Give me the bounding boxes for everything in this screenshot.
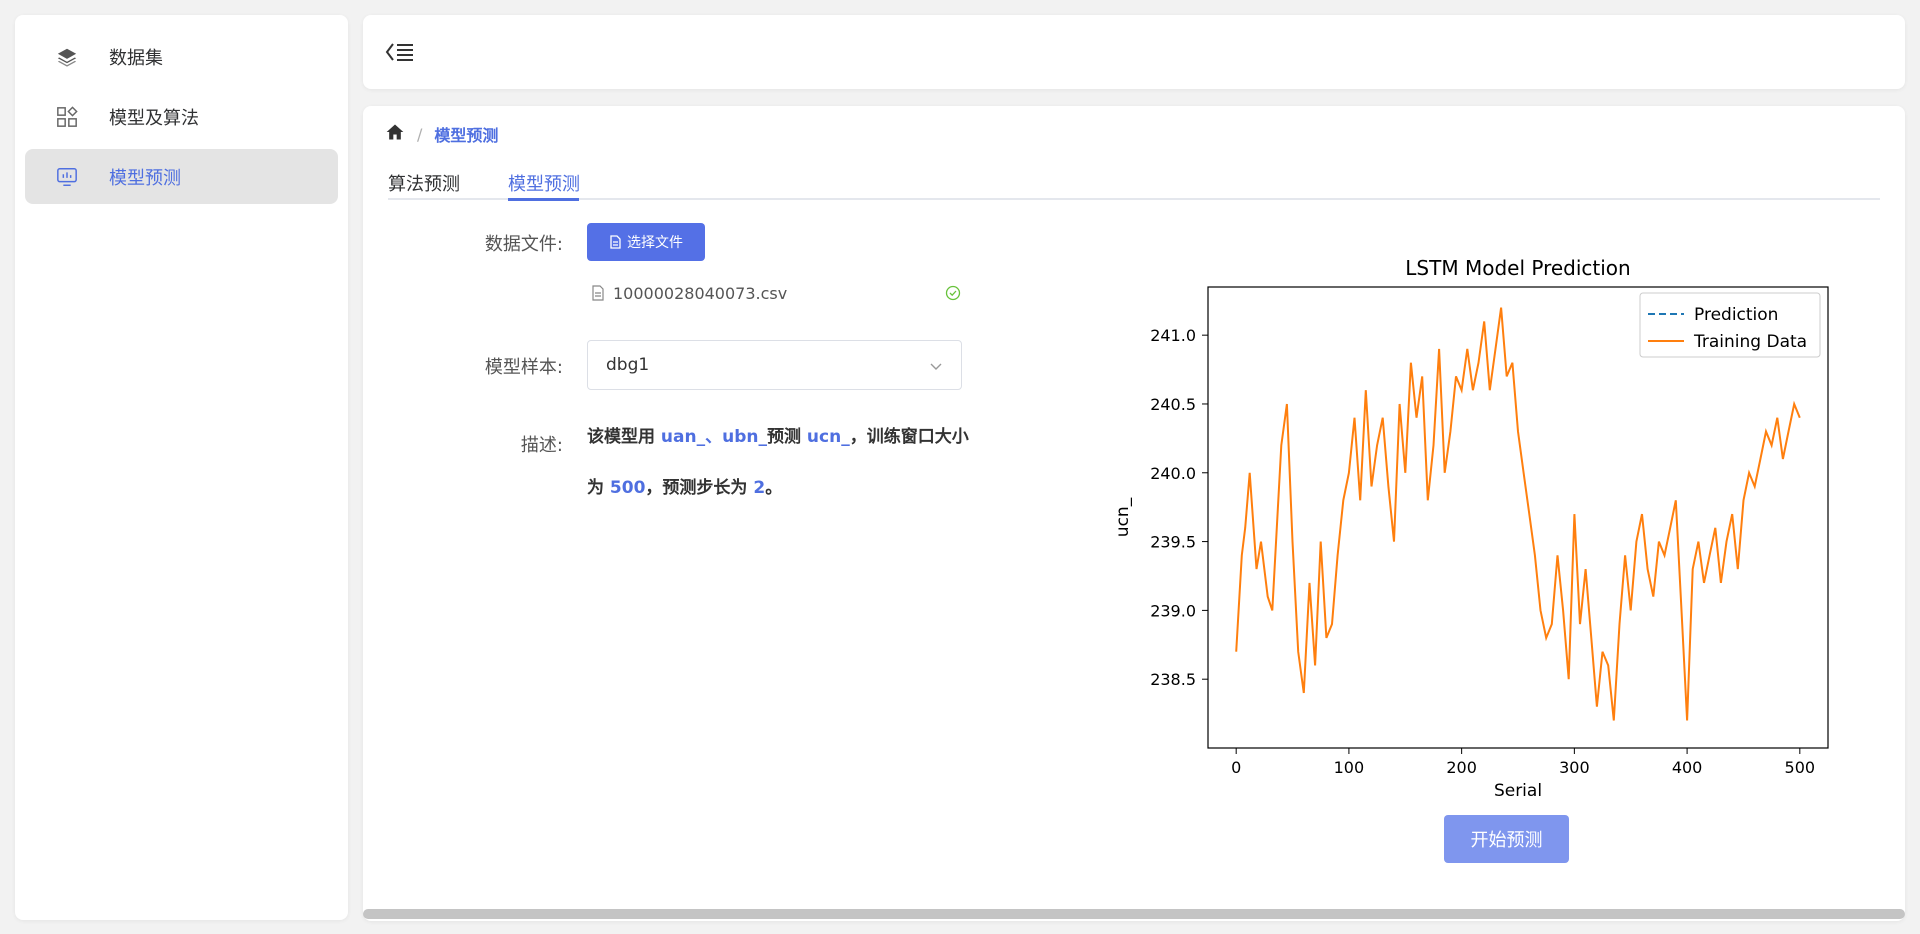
breadcrumb: / 模型预测: [385, 122, 498, 146]
sidebar-item-label: 数据集: [109, 47, 163, 69]
sidebar: 数据集 模型及算法 模型预测: [15, 15, 348, 920]
breadcrumb-current: 模型预测: [434, 126, 499, 145]
desc-text: 预测: [766, 427, 807, 447]
file-icon: [591, 285, 605, 301]
desc-highlight: uan_、ubn_: [660, 427, 767, 447]
choose-file-button[interactable]: 选择文件: [587, 223, 705, 261]
chart-title: LSTM Model Prediction: [1405, 256, 1630, 280]
breadcrumb-separator: /: [417, 124, 423, 144]
y-tick-label: 240.5: [1150, 395, 1196, 414]
sidebar-item-prediction[interactable]: 模型预测: [25, 149, 338, 204]
x-tick-label: 0: [1231, 758, 1241, 777]
desc-label: 描述:: [520, 435, 563, 456]
file-name: 10000028040073.csv: [613, 283, 788, 303]
lstm-prediction-chart: LSTM Model Prediction 0 100 200 300 400 500 238…: [1113, 256, 1829, 800]
y-tick-label: 238.5: [1150, 670, 1196, 689]
y-tick-label: 240.0: [1150, 464, 1196, 483]
sidebar-item-models[interactable]: 模型及算法: [25, 89, 338, 144]
sidebar-item-label: 模型及算法: [109, 107, 199, 129]
horizontal-scrollbar[interactable]: [363, 909, 1905, 919]
legend-label: Prediction: [1694, 305, 1778, 325]
home-icon[interactable]: [385, 122, 405, 146]
desc-text: 该模型用: [587, 427, 661, 447]
sidebar-item-label: 模型预测: [109, 167, 181, 189]
x-tick-label: 200: [1446, 758, 1477, 777]
x-tick-label: 100: [1334, 758, 1365, 777]
y-tick-label: 239.0: [1150, 601, 1196, 620]
series-line-1: [1235, 307, 1801, 721]
y-tick-label: 241.0: [1150, 326, 1196, 345]
tab-model-prediction[interactable]: 模型预测: [508, 170, 580, 196]
x-axis-label: Serial: [1494, 781, 1542, 800]
desc-text: ，预测步长为: [645, 478, 754, 498]
desc-highlight: 500: [609, 478, 646, 498]
desc-highlight: ucn_: [806, 427, 850, 447]
model-description: 该模型用 uan_、ubn_预测 ucn_，训练窗口大小为 500，预测步长为 …: [587, 412, 977, 514]
start-prediction-button[interactable]: 开始预测: [1444, 815, 1569, 863]
tabs: 算法预测 模型预测: [388, 156, 1880, 201]
tab-active-indicator: [508, 198, 579, 201]
choose-file-label: 选择文件: [627, 234, 683, 250]
chevron-down-icon: [929, 358, 943, 378]
legend-label: Training Data: [1693, 332, 1807, 352]
layers-icon: [55, 45, 79, 69]
y-axis-label: ucn_: [1113, 497, 1133, 537]
x-tick-label: 500: [1785, 758, 1816, 777]
monitor-icon: [55, 165, 79, 189]
y-tick-label: 239.5: [1150, 533, 1196, 552]
file-label: 数据文件:: [484, 234, 563, 255]
desc-highlight: 2: [753, 478, 766, 498]
sample-label: 模型样本:: [484, 357, 563, 378]
tab-algorithm-prediction[interactable]: 算法预测: [388, 170, 460, 196]
grid-icon: [55, 105, 79, 129]
uploaded-file-item[interactable]: 10000028040073.csv: [591, 281, 961, 305]
start-prediction-label: 开始预测: [1470, 830, 1543, 850]
menu-fold-icon[interactable]: [385, 39, 415, 65]
desc-text: 。: [765, 478, 783, 498]
document-icon: [609, 235, 622, 249]
model-sample-value: dbg1: [606, 355, 650, 375]
x-tick-label: 300: [1559, 758, 1590, 777]
x-tick-label: 400: [1672, 758, 1703, 777]
model-sample-select[interactable]: dbg1: [587, 340, 962, 390]
sidebar-item-dataset[interactable]: 数据集: [25, 29, 338, 84]
check-circle-icon: [945, 285, 961, 305]
top-header: [363, 15, 1905, 89]
